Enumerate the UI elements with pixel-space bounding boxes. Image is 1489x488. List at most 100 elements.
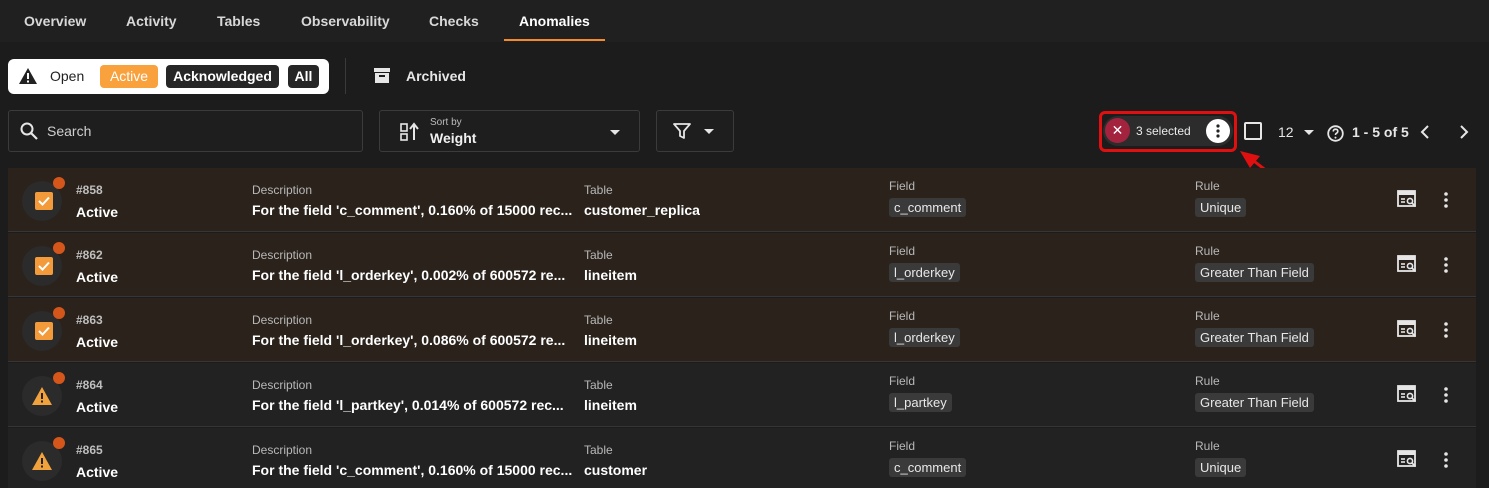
field-chip: l_orderkey bbox=[889, 328, 960, 347]
more-vertical-icon[interactable] bbox=[1444, 192, 1448, 208]
table-row[interactable]: #858 Active Description For the field 'c… bbox=[8, 168, 1476, 232]
selection-chip: ✕ 3 selected bbox=[1103, 116, 1233, 146]
field-caption: Field bbox=[889, 309, 916, 323]
row-checkbox[interactable] bbox=[35, 192, 53, 210]
warning-icon[interactable] bbox=[31, 451, 53, 471]
table-name: lineitem bbox=[584, 397, 637, 413]
rule-chip: Greater Than Field bbox=[1195, 263, 1314, 282]
anomaly-status: Active bbox=[76, 334, 119, 350]
more-vertical-icon bbox=[1216, 124, 1220, 138]
filter-button[interactable] bbox=[656, 110, 734, 152]
filter-icon bbox=[673, 123, 691, 139]
table-row[interactable]: #865 Active Description For the field 'c… bbox=[8, 428, 1476, 488]
table-caption: Table bbox=[584, 313, 613, 327]
anomaly-status: Active bbox=[76, 269, 119, 285]
chevron-left-icon[interactable] bbox=[1419, 124, 1431, 140]
pagination-range: 1 - 5 of 5 bbox=[1352, 124, 1409, 140]
field-caption: Field bbox=[889, 244, 916, 258]
more-vertical-icon[interactable] bbox=[1444, 257, 1448, 273]
unread-dot bbox=[53, 177, 65, 189]
divider bbox=[345, 58, 346, 94]
archived-button[interactable]: Archived bbox=[406, 68, 466, 84]
warning-icon bbox=[19, 68, 37, 84]
tab-overview[interactable]: Overview bbox=[24, 13, 86, 29]
anomaly-id: #864 bbox=[76, 378, 103, 392]
description-caption: Description bbox=[252, 313, 313, 327]
check-icon bbox=[38, 261, 50, 271]
search-input[interactable] bbox=[47, 121, 347, 141]
rule-chip: Greater Than Field bbox=[1195, 393, 1314, 412]
rule-caption: Rule bbox=[1195, 179, 1220, 193]
warning-icon[interactable] bbox=[31, 386, 53, 406]
sort-caption: Sort by bbox=[430, 117, 462, 128]
select-all-checkbox[interactable] bbox=[1244, 122, 1262, 140]
anomaly-status: Active bbox=[76, 399, 119, 415]
tab-bar: Overview Activity Tables Observability C… bbox=[0, 0, 1489, 42]
more-vertical-icon[interactable] bbox=[1444, 452, 1448, 468]
row-checkbox[interactable] bbox=[35, 257, 53, 275]
rule-caption: Rule bbox=[1195, 374, 1220, 388]
description-caption: Description bbox=[252, 183, 313, 197]
chevron-down-icon[interactable] bbox=[1304, 130, 1314, 135]
sort-select[interactable]: Sort by Weight bbox=[379, 110, 640, 152]
rule-caption: Rule bbox=[1195, 244, 1220, 258]
anomaly-status: Active bbox=[76, 204, 119, 220]
status-active-button[interactable]: Active bbox=[100, 65, 158, 88]
unread-dot bbox=[53, 307, 65, 319]
tab-anomalies[interactable]: Anomalies bbox=[519, 13, 590, 29]
more-vertical-icon[interactable] bbox=[1444, 387, 1448, 403]
anomaly-id: #863 bbox=[76, 313, 103, 327]
description-text: For the field 'c_comment', 0.160% of 150… bbox=[252, 202, 573, 218]
tab-checks[interactable]: Checks bbox=[429, 13, 479, 29]
status-acknowledged-button[interactable]: Acknowledged bbox=[166, 65, 279, 88]
field-chip: l_orderkey bbox=[889, 263, 960, 282]
chevron-down-icon bbox=[704, 129, 714, 134]
field-chip: c_comment bbox=[889, 198, 967, 217]
unread-dot bbox=[53, 242, 65, 254]
more-vertical-icon[interactable] bbox=[1444, 322, 1448, 338]
tab-observability[interactable]: Observability bbox=[301, 13, 390, 29]
chevron-right-icon[interactable] bbox=[1458, 124, 1470, 140]
view-details-icon[interactable] bbox=[1397, 190, 1417, 209]
table-caption: Table bbox=[584, 378, 613, 392]
table-name: lineitem bbox=[584, 267, 637, 283]
table-row[interactable]: #863 Active Description For the field 'l… bbox=[8, 298, 1476, 362]
row-divider bbox=[8, 426, 1476, 427]
table-row[interactable]: #864 Active Description For the field 'l… bbox=[8, 363, 1476, 427]
archive-icon[interactable] bbox=[374, 68, 390, 83]
check-icon bbox=[38, 326, 50, 336]
description-text: For the field 'l_orderkey', 0.002% of 60… bbox=[252, 267, 566, 283]
table-row[interactable]: #862 Active Description For the field 'l… bbox=[8, 233, 1476, 297]
tab-activity[interactable]: Activity bbox=[126, 13, 177, 29]
status-filter-group: Open Active Acknowledged All bbox=[8, 59, 329, 94]
anomaly-id: #865 bbox=[76, 443, 103, 457]
row-checkbox[interactable] bbox=[35, 322, 53, 340]
chevron-down-icon bbox=[610, 130, 620, 135]
view-details-icon[interactable] bbox=[1397, 255, 1417, 274]
table-name: lineitem bbox=[584, 332, 637, 348]
tab-tables[interactable]: Tables bbox=[217, 13, 260, 29]
clear-selection-button[interactable]: ✕ bbox=[1105, 118, 1130, 143]
row-divider bbox=[8, 296, 1476, 297]
view-details-icon[interactable] bbox=[1397, 320, 1417, 339]
table-caption: Table bbox=[584, 248, 613, 262]
description-text: For the field 'c_comment', 0.160% of 150… bbox=[252, 462, 573, 478]
status-all-button[interactable]: All bbox=[288, 65, 319, 88]
view-details-icon[interactable] bbox=[1397, 385, 1417, 404]
status-open-button[interactable]: Open bbox=[50, 65, 84, 88]
active-tab-indicator bbox=[504, 39, 605, 41]
unread-dot bbox=[53, 372, 65, 384]
row-divider bbox=[8, 231, 1476, 232]
field-caption: Field bbox=[889, 439, 916, 453]
field-caption: Field bbox=[889, 179, 916, 193]
selection-actions-button[interactable] bbox=[1206, 119, 1230, 143]
search-icon bbox=[20, 122, 38, 140]
view-details-icon[interactable] bbox=[1397, 450, 1417, 469]
field-chip: l_partkey bbox=[889, 393, 952, 412]
sort-icon bbox=[400, 122, 419, 141]
rule-caption: Rule bbox=[1195, 309, 1220, 323]
selection-count: 3 selected bbox=[1136, 124, 1191, 138]
description-caption: Description bbox=[252, 443, 313, 457]
help-icon[interactable] bbox=[1327, 125, 1344, 142]
per-page-select[interactable]: 12 bbox=[1278, 124, 1294, 140]
